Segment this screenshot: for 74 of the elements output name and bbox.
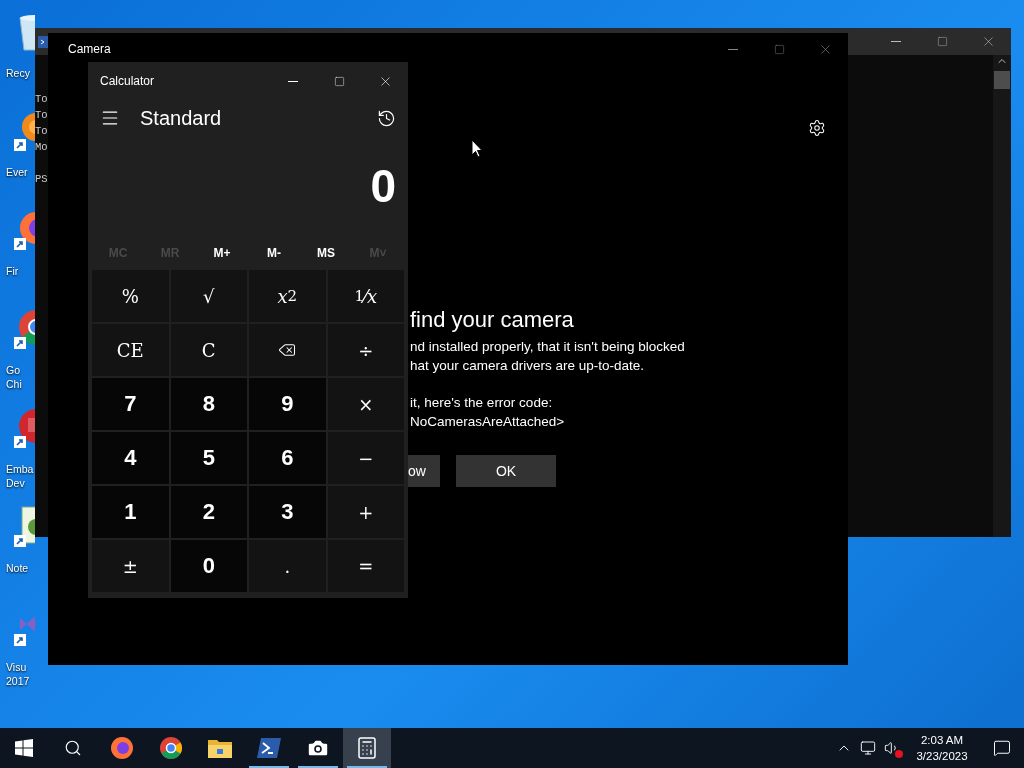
console-line: To [35, 92, 48, 107]
calculator-key[interactable]: 8 [170, 378, 247, 430]
memory-button[interactable]: M+ [197, 245, 247, 261]
desktop-icon-label: Go [5, 363, 21, 377]
console-line: To [35, 108, 48, 123]
console-line: To [35, 124, 48, 139]
desktop-icon-label: Recy [5, 66, 30, 80]
scroll-thumb[interactable] [994, 71, 1010, 89]
calculator-key[interactable]: + [327, 486, 404, 538]
calculator-key[interactable]: ÷ [327, 324, 404, 376]
calculator-key[interactable]: × [327, 378, 404, 430]
error-code-text: NoCamerasAreAttached> [409, 413, 566, 431]
error-message: nd installed properly, that it isn't being blocked [409, 338, 685, 356]
console-line: Mo [35, 140, 48, 155]
history-icon [377, 108, 396, 128]
cursor-icon [471, 139, 483, 158]
powershell-icon [256, 737, 282, 759]
error-code-text: it, here's the error code: [409, 394, 554, 412]
calculator-key[interactable]: . [249, 540, 326, 592]
error-title: find your camera [409, 306, 575, 334]
calculator-key[interactable]: 7 [92, 378, 169, 430]
desktop-icon-label: Dev [5, 476, 26, 490]
desktop-icon-label: 2017 [5, 674, 30, 688]
maximize-icon [333, 75, 345, 87]
settings-icon[interactable] [808, 119, 826, 137]
clock-date[interactable]: 3/23/2023 [916, 748, 968, 764]
maximize-icon [936, 36, 948, 47]
minimize-icon [891, 41, 901, 42]
calculator-key[interactable]: % [92, 270, 169, 322]
network-icon[interactable] [860, 740, 876, 756]
folder-icon [208, 738, 232, 758]
desktop-icon-label: Emba [5, 462, 34, 476]
clock-time[interactable]: 2:03 AM [920, 732, 964, 748]
calculator-key[interactable]: = [327, 540, 404, 592]
calculator-key[interactable]: 3 [249, 486, 326, 538]
calculator-key[interactable]: C [170, 324, 247, 376]
calculator-key[interactable]: ± [92, 540, 169, 592]
calculator-key[interactable]: CE [92, 324, 169, 376]
console-prompt: PS [35, 172, 48, 187]
desktop-icon-label: Note [5, 561, 29, 575]
error-message: hat your camera drivers are up-to-date. [409, 357, 646, 375]
window-title: Camera [68, 42, 112, 56]
calculator-key[interactable]: 2 [170, 486, 247, 538]
minimize-icon [728, 48, 738, 50]
desktop-icon-label: Fir [5, 264, 19, 278]
desktop-icon-label: Visu [5, 660, 28, 674]
calculator-icon [355, 736, 379, 760]
minimize-icon [288, 80, 298, 82]
mode-title: Standard [140, 106, 223, 130]
dialog-button[interactable]: ow [408, 455, 440, 487]
calculator-key[interactable]: √ [170, 270, 247, 322]
search-icon [64, 739, 82, 757]
calculator-key[interactable]: 4 [92, 432, 169, 484]
maximize-icon [773, 43, 785, 55]
calculator-key[interactable]: 1 [92, 486, 169, 538]
calculator-key[interactable]: 9 [249, 378, 326, 430]
calculator-key[interactable]: 0 [170, 540, 247, 592]
calculator-key[interactable]: 5 [170, 432, 247, 484]
windows-logo-icon [15, 739, 33, 757]
calculator-key[interactable]: 6 [249, 432, 326, 484]
dialog-button[interactable]: OK [456, 455, 556, 487]
chrome-icon [159, 736, 183, 760]
desktop-icon-label: Chi [5, 377, 22, 391]
desktop-icon-label: Ever [5, 165, 28, 179]
display-value: 0 [370, 159, 396, 213]
window-title: Calculator [100, 74, 156, 88]
calculator-key[interactable]: − [327, 432, 404, 484]
backspace-icon [278, 341, 297, 359]
taskbar-button[interactable] [343, 728, 391, 768]
firefox-icon [110, 736, 134, 760]
memory-button[interactable]: MS [301, 245, 351, 261]
scroll-bar[interactable] [993, 55, 1011, 537]
notification-icon [993, 739, 1011, 757]
memory-button[interactable]: M- [249, 245, 299, 261]
